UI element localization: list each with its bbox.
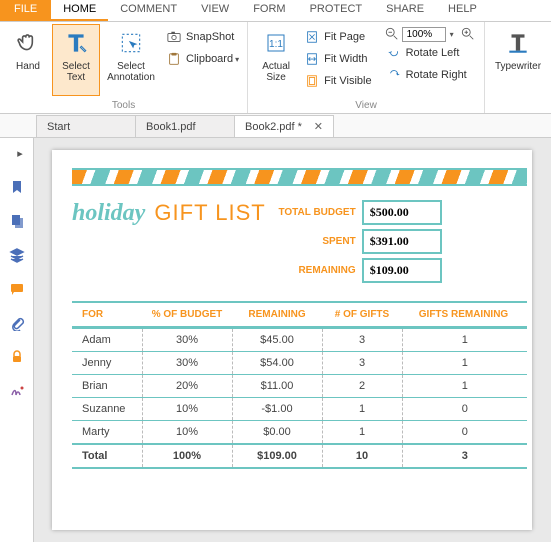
rotate-right-icon [386,67,402,83]
fit-page-icon [304,29,320,45]
close-icon[interactable]: ✕ [306,120,323,133]
typewriter-icon [502,27,534,59]
camera-icon [166,29,182,45]
rotate-left-button[interactable]: Rotate Left [382,42,476,64]
signature-icon[interactable] [8,382,26,400]
menu-comment[interactable]: COMMENT [108,0,189,21]
select-annotation-icon [115,27,147,59]
fit-visible-label: Fit Visible [324,75,371,87]
title-holiday: holiday [72,200,145,226]
budget-summary: TOTAL BUDGET$500.00 SPENT$391.00 REMAINI… [276,200,442,287]
expand-icon[interactable]: ▸ [11,144,29,162]
select-text-label: Select Text [62,61,90,83]
menu-form[interactable]: FORM [241,0,297,21]
table-row: Suzanne10%-$1.0010 [72,398,527,421]
view-group-label: View [252,98,480,113]
typewriter-button[interactable]: Typewriter [489,24,547,96]
attachment-icon[interactable] [8,314,26,332]
menu-protect[interactable]: PROTECT [298,0,375,21]
decorative-stripe [72,168,527,186]
tools-group-label: Tools [4,98,243,113]
table-total-row: Total100%$109.00103 [72,444,527,468]
clipboard-button[interactable]: Clipboard ▾ [162,48,243,70]
table-row: Brian20%$11.0021 [72,375,527,398]
title-giftlist: GIFT LIST [154,200,265,225]
page: holiday GIFT LIST TOTAL BUDGET$500.00 SP… [52,150,532,530]
svg-text:1:1: 1:1 [269,39,283,50]
snapshot-label: SnapShot [186,31,234,43]
document-canvas[interactable]: holiday GIFT LIST TOTAL BUDGET$500.00 SP… [34,138,551,542]
ribbon-group-comment: Typewriter [485,22,551,113]
ribbon-group-view: 1:1 Actual Size Fit Page Fit Width Fit V… [248,22,485,113]
table-header-row: FOR % OF BUDGET REMAINING # OF GIFTS GIF… [72,302,527,328]
zoom-input[interactable]: 100% [402,27,446,42]
table-row: Marty10%$0.0010 [72,421,527,445]
ribbon: Hand Select Text Select Annotation SnapS… [0,22,551,114]
actual-size-label: Actual Size [262,61,290,83]
layers-icon[interactable] [8,246,26,264]
menu-share[interactable]: SHARE [374,0,436,21]
fit-visible-icon [304,73,320,89]
snapshot-button[interactable]: SnapShot [162,26,243,48]
rotate-right-button[interactable]: Rotate Right [382,64,476,86]
rotate-left-icon [386,45,402,61]
select-text-icon [60,27,92,59]
workspace: ▸ holiday GIFT LIST TOTAL BUDGET$500.00 … [0,138,551,542]
tab-book2[interactable]: Book2.pdf *✕ [234,115,334,137]
clipboard-icon [166,51,182,67]
document-tabs: Start Book1.pdf Book2.pdf *✕ [0,114,551,138]
side-toolbar: ▸ [0,138,34,542]
bookmark-icon[interactable] [8,178,26,196]
zoom-in-button[interactable] [460,26,476,42]
select-text-button[interactable]: Select Text [52,24,100,96]
rotate-left-label: Rotate Left [406,47,460,59]
clipboard-label: Clipboard [186,53,233,65]
fit-width-icon [304,51,320,67]
select-annotation-label: Select Annotation [107,61,155,83]
hand-icon [12,27,44,59]
menu-home[interactable]: HOME [51,0,108,21]
fit-width-button[interactable]: Fit Width [300,48,375,70]
fit-width-label: Fit Width [324,53,367,65]
menu-bar: FILE HOME COMMENT VIEW FORM PROTECT SHAR… [0,0,551,22]
actual-size-button[interactable]: 1:1 Actual Size [252,24,300,96]
fit-page-label: Fit Page [324,31,365,43]
table-row: Adam30%$45.0031 [72,328,527,352]
fit-page-button[interactable]: Fit Page [300,26,375,48]
select-annotation-button[interactable]: Select Annotation [100,24,162,96]
ribbon-group-tools: Hand Select Text Select Annotation SnapS… [0,22,248,113]
hand-button[interactable]: Hand [4,24,52,96]
chevron-down-icon: ▾ [235,55,239,64]
security-icon[interactable] [8,348,26,366]
fit-visible-button[interactable]: Fit Visible [300,70,375,92]
menu-view[interactable]: VIEW [189,0,241,21]
table-row: Jenny30%$54.0031 [72,352,527,375]
zoom-out-button[interactable] [384,26,400,42]
comments-icon[interactable] [8,280,26,298]
rotate-right-label: Rotate Right [406,69,467,81]
actual-size-icon: 1:1 [260,27,292,59]
tab-start[interactable]: Start [36,115,136,137]
typewriter-label: Typewriter [495,61,541,72]
gift-table: FOR % OF BUDGET REMAINING # OF GIFTS GIF… [72,301,527,469]
pages-icon[interactable] [8,212,26,230]
menu-file[interactable]: FILE [0,0,51,21]
tab-book1[interactable]: Book1.pdf [135,115,235,137]
chevron-down-icon[interactable]: ▾ [450,30,454,39]
hand-label: Hand [16,61,40,72]
menu-help[interactable]: HELP [436,0,489,21]
